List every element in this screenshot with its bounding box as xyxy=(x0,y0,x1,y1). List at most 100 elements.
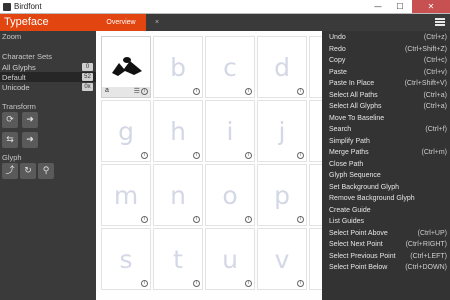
menu-item-label: Select Previous Point xyxy=(329,252,396,260)
info-icon[interactable]: i xyxy=(141,216,148,223)
glyph-preview: j xyxy=(278,117,286,146)
menu-item[interactable]: Remove Background Glyph xyxy=(322,194,450,205)
rotate-icon[interactable]: ⟳ xyxy=(2,112,18,128)
menu-item[interactable]: Create Guide xyxy=(322,206,450,217)
glyph-cell[interactable]: bi xyxy=(153,36,203,98)
menu-item[interactable]: Copy (Ctrl+c) xyxy=(322,56,450,67)
menu-item-shortcut: (Ctrl+z) xyxy=(423,34,447,41)
glyph-preview: b xyxy=(170,53,186,82)
glyph-cell[interactable]: a ☰ i xyxy=(101,36,151,98)
glyph-cell[interactable]: mi xyxy=(101,164,151,226)
glyph-preview: h xyxy=(170,117,186,146)
glyph-cell[interactable]: oi xyxy=(205,164,255,226)
glyph-footer: i xyxy=(258,87,306,97)
glyph-footer: i xyxy=(258,151,306,161)
info-icon[interactable]: i xyxy=(245,280,252,287)
tab-bar: Overview × xyxy=(96,14,450,31)
close-window-button[interactable]: ✕ xyxy=(412,0,450,13)
window-title: Birdfont xyxy=(14,2,42,11)
glyph-cell[interactable]: ui xyxy=(205,228,255,290)
menu-item[interactable]: List Guides xyxy=(322,217,450,228)
menu-item[interactable]: Close Path xyxy=(322,160,450,171)
menu-item[interactable]: Simplify Path xyxy=(322,137,450,148)
glyph-name: a xyxy=(105,87,109,94)
glyph-cell[interactable]: ni xyxy=(153,164,203,226)
set-all-glyphs[interactable]: All Glyphs 0 xyxy=(0,62,96,72)
set-label: Default xyxy=(2,73,26,82)
glyph-cell[interactable]: ti xyxy=(153,228,203,290)
info-icon[interactable]: i xyxy=(141,280,148,287)
menu-item-shortcut: (Ctrl+a) xyxy=(423,91,447,99)
glyph-footer: i xyxy=(206,87,254,97)
menu-item[interactable]: Undo (Ctrl+z) xyxy=(322,33,450,44)
info-icon[interactable]: i xyxy=(141,152,148,159)
arrow-right-icon[interactable]: ➜ xyxy=(22,132,38,148)
info-icon[interactable]: i xyxy=(193,280,200,287)
menu-item-label: Select All Paths xyxy=(329,91,378,99)
menu-item-shortcut: (Ctrl+UP) xyxy=(417,229,447,237)
menu-item[interactable]: Glyph Sequence xyxy=(322,171,450,182)
glyph-cell[interactable]: di xyxy=(257,36,307,98)
tab-overview[interactable]: Overview xyxy=(96,14,146,31)
flip-icon[interactable]: ⇆ xyxy=(2,132,18,148)
info-icon[interactable]: i xyxy=(193,88,200,95)
glyph-menu-icon[interactable]: ☰ xyxy=(134,87,140,95)
menu-item[interactable]: Set Background Glyph xyxy=(322,183,450,194)
info-icon[interactable]: i xyxy=(297,280,304,287)
menu-item[interactable]: Search (Ctrl+f) xyxy=(322,125,450,136)
info-icon[interactable]: i xyxy=(297,216,304,223)
glyph-preview: g xyxy=(118,117,134,146)
glyph-cell[interactable]: ji xyxy=(257,100,307,162)
glyph-preview: c xyxy=(223,53,237,82)
glyph-preview: s xyxy=(119,245,133,274)
menu-item[interactable]: Select Point Below (Ctrl+DOWN) xyxy=(322,263,450,274)
menu-item[interactable]: Move To Baseline xyxy=(322,114,450,125)
info-icon[interactable]: i xyxy=(245,88,252,95)
menu-item-shortcut: (Ctrl+a) xyxy=(423,103,447,110)
menu-item-shortcut: (Ctrl+m) xyxy=(421,149,447,156)
app-icon xyxy=(3,3,11,11)
search-icon[interactable]: ⚲ xyxy=(38,163,54,179)
glyph-cell[interactable]: ci xyxy=(205,36,255,98)
menu-item[interactable]: Select All Paths (Ctrl+a) xyxy=(322,91,450,102)
menu-item[interactable]: Select Point Above (Ctrl+UP) xyxy=(322,229,450,240)
menu-item-label: Redo xyxy=(329,45,346,53)
hamburger-menu-icon[interactable] xyxy=(435,18,445,27)
zoom-label: Zoom xyxy=(2,32,22,41)
title-bar: Birdfont — ☐ ✕ xyxy=(0,0,450,14)
menu-item[interactable]: Paste (Ctrl+v) xyxy=(322,68,450,79)
glyph-cell[interactable]: si xyxy=(101,228,151,290)
menu-item-label: Search xyxy=(329,126,352,133)
set-default[interactable]: Default 52 xyxy=(0,72,96,82)
glyph-footer: i xyxy=(102,215,150,225)
info-icon[interactable]: i xyxy=(297,152,304,159)
set-unicode[interactable]: Unicode 0x xyxy=(0,82,96,92)
glyph-cell[interactable]: hi xyxy=(153,100,203,162)
menu-item-shortcut: (Ctrl+DOWN) xyxy=(405,264,447,271)
glyph-drawing xyxy=(112,57,142,76)
menu-item[interactable]: Select Next Point (Ctrl+RIGHT) xyxy=(322,240,450,251)
set-count-badge: 52 xyxy=(82,73,93,81)
share-icon[interactable]: ⤴ xyxy=(2,163,18,179)
arrow-right-icon[interactable]: ➜ xyxy=(22,112,38,128)
menu-item[interactable]: Paste In Place (Ctrl+Shift+V) xyxy=(322,79,450,90)
info-icon[interactable]: i xyxy=(245,216,252,223)
info-icon[interactable]: i xyxy=(141,88,148,95)
tab-close-icon[interactable]: × xyxy=(149,14,165,31)
glyph-cell[interactable]: pi xyxy=(257,164,307,226)
info-icon[interactable]: i xyxy=(193,152,200,159)
minimize-button[interactable]: — xyxy=(367,0,389,13)
glyph-cell[interactable]: vi xyxy=(257,228,307,290)
menu-item[interactable]: Redo (Ctrl+Shift+Z) xyxy=(322,45,450,56)
info-icon[interactable]: i xyxy=(193,216,200,223)
menu-item[interactable]: Select Previous Point (Ctrl+LEFT) xyxy=(322,252,450,263)
info-icon[interactable]: i xyxy=(297,88,304,95)
maximize-button[interactable]: ☐ xyxy=(389,0,411,13)
glyph-cell[interactable]: gi xyxy=(101,100,151,162)
menu-item[interactable]: Merge Paths (Ctrl+m) xyxy=(322,148,450,159)
info-icon[interactable]: i xyxy=(245,152,252,159)
glyph-cell[interactable]: ii xyxy=(205,100,255,162)
menu-item[interactable]: Select All Glyphs (Ctrl+a) xyxy=(322,102,450,113)
set-count-badge: 0x xyxy=(82,83,93,91)
refresh-icon[interactable]: ↻ xyxy=(20,163,36,179)
